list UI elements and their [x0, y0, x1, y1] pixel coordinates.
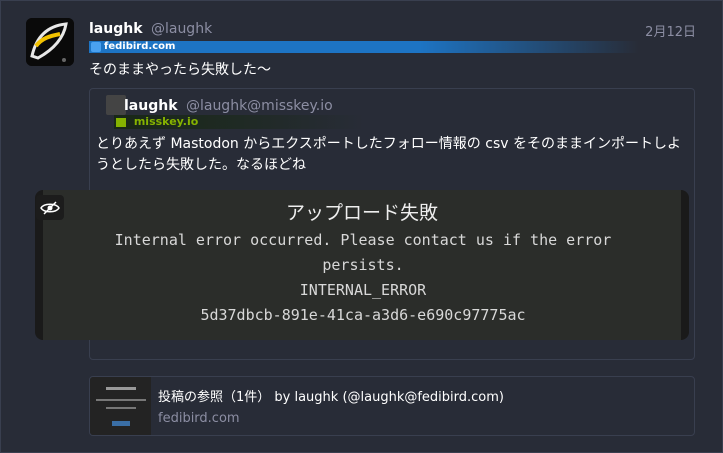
error-message: Internal error occurred. Please contact … [114, 231, 612, 274]
media-attachment[interactable]: アップロード失敗 Internal error occurred. Please… [35, 190, 689, 340]
media-message: Internal error occurred. Please contact … [103, 228, 623, 328]
avatar[interactable] [26, 18, 74, 66]
card-host: fedibird.com [158, 411, 240, 426]
quoted-server-badge: misskey.io [114, 115, 364, 129]
hide-media-button[interactable] [36, 195, 64, 220]
quoted-account-handle: @laughk@misskey.io [185, 98, 333, 114]
card-title: 投稿の参照（1件） by laughk (@laughk@fedibird.co… [158, 390, 504, 405]
display-name: laughk [89, 21, 143, 37]
error-id: 5d37dbcb-891e-41ca-a3d6-e690c97775ac [200, 306, 526, 324]
timestamp[interactable]: 2月12日 [645, 21, 696, 40]
quoted-avatar[interactable] [106, 95, 126, 115]
status-content: そのままやったら失敗した〜 [89, 62, 271, 78]
server-badge: fedibird.com [89, 41, 639, 53]
mastodon-icon [91, 42, 101, 52]
quoted-author[interactable]: laughk @laughk@misskey.io [124, 98, 333, 114]
server-name: fedibird.com [104, 41, 176, 52]
media-title: アップロード失敗 [285, 202, 438, 224]
link-preview-card[interactable]: 投稿の参照（1件） by laughk (@laughk@fedibird.co… [89, 376, 695, 436]
author-name[interactable]: laughk @laughk [89, 21, 212, 37]
error-code: INTERNAL_ERROR [299, 281, 427, 299]
quoted-server-name: misskey.io [133, 115, 199, 128]
eye-slash-icon [40, 200, 60, 215]
quoted-text: とりあえず Mastodon からエクスポートしたフォロー情報の csv をその… [96, 136, 681, 173]
misskey-icon [116, 117, 126, 127]
account-handle: @laughk [150, 21, 213, 37]
quoted-display-name: laughk [124, 98, 178, 114]
card-thumbnail [90, 377, 151, 435]
